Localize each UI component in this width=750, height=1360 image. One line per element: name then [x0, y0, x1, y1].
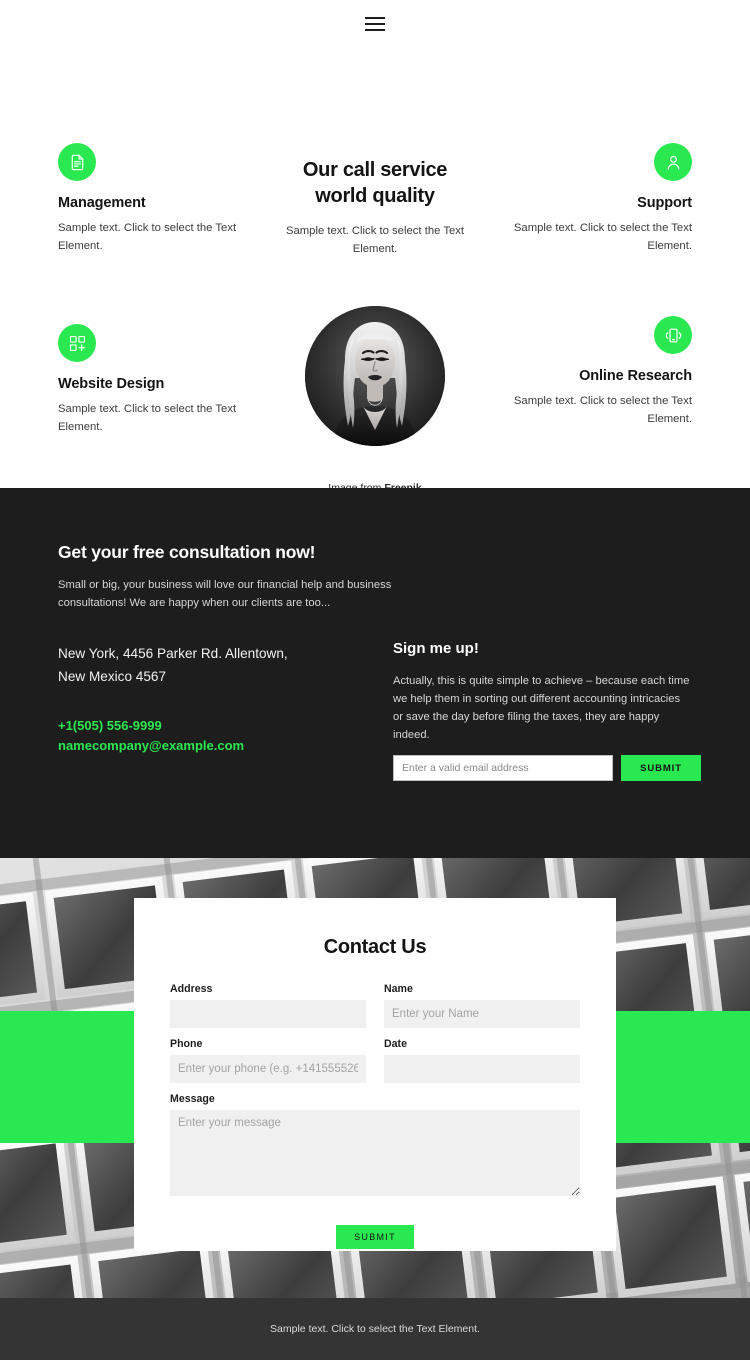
address-input[interactable]	[170, 1000, 366, 1028]
field-label: Message	[170, 1093, 215, 1105]
signup-email-input[interactable]	[393, 755, 613, 781]
contact-section: Contact Us Address Name Phone Date	[0, 858, 750, 1298]
hamburger-line	[365, 17, 385, 20]
service-item-support: Support Sample text. Click to select the…	[492, 143, 692, 255]
consultation-description: Small or big, your business will love ou…	[58, 579, 392, 610]
portrait-photo	[305, 306, 445, 446]
address-line-1: New York, 4456 Parker Rd. Allentown,	[58, 646, 288, 661]
services-hero-section: Management Sample text. Click to select …	[0, 48, 750, 494]
service-description: Sample text. Click to select the Text El…	[513, 222, 692, 252]
field-phone: Phone	[170, 1038, 366, 1083]
contact-links: +1(505) 556-9999 namecompany@example.com	[58, 716, 244, 756]
contact-form-card: Contact Us Address Name Phone Date	[134, 898, 616, 1251]
service-description: Sample text. Click to select the Text El…	[58, 222, 237, 252]
service-title: Management	[58, 195, 146, 211]
consultation-section: Get your free consultation now! Small or…	[0, 488, 750, 1078]
address-block: New York, 4456 Parker Rd. Allentown, New…	[58, 643, 288, 689]
user-icon	[654, 143, 692, 181]
page-title: Our call service world quality	[302, 159, 448, 207]
hamburger-menu-icon[interactable]	[365, 17, 385, 31]
contact-submit-button[interactable]: SUBMIT	[336, 1225, 414, 1249]
service-title: Website Design	[58, 376, 165, 392]
contact-submit-wrap: SUBMIT	[170, 1225, 580, 1249]
field-name: Name	[384, 983, 580, 1028]
message-textarea[interactable]	[170, 1110, 580, 1196]
signup-form: SUBMIT	[393, 755, 701, 781]
field-address: Address	[170, 983, 366, 1028]
consultation-title: Get your free consultation now!	[58, 542, 316, 562]
footer-text: Sample text. Click to select the Text El…	[270, 1323, 480, 1335]
signup-description: Actually, this is quite simple to achiev…	[393, 675, 690, 742]
field-label: Date	[384, 1038, 407, 1050]
hero-subtitle: Sample text. Click to select the Text El…	[285, 225, 465, 255]
hamburger-line	[365, 22, 385, 26]
green-accent-band-left	[0, 1011, 134, 1143]
grid-plus-icon	[58, 324, 96, 362]
portrait-block: Image from Freepik	[305, 306, 445, 494]
signup-submit-button[interactable]: SUBMIT	[621, 755, 701, 781]
hamburger-line	[365, 28, 385, 31]
field-label: Phone	[170, 1038, 203, 1050]
service-item-management: Management Sample text. Click to select …	[58, 143, 258, 255]
service-item-online-research: Online Research Sample text. Click to se…	[492, 316, 692, 428]
phone-link[interactable]: +1(505) 556-9999	[58, 716, 244, 736]
green-accent-band-right	[615, 1011, 750, 1143]
phone-input[interactable]	[170, 1055, 366, 1083]
field-label: Name	[384, 983, 413, 995]
field-message: Message	[170, 1093, 580, 1201]
field-date: Date	[384, 1038, 580, 1083]
consultation-inner: Get your free consultation now! Small or…	[0, 488, 750, 858]
page-root: Management Sample text. Click to select …	[0, 0, 750, 1360]
service-item-website-design: Website Design Sample text. Click to sel…	[58, 324, 258, 436]
document-icon	[58, 143, 96, 181]
signup-title: Sign me up!	[393, 640, 479, 657]
site-header	[0, 0, 750, 48]
hero-center-column: Our call service world quality Sample te…	[275, 48, 475, 258]
mobile-signal-icon	[654, 316, 692, 354]
field-label: Address	[170, 983, 213, 995]
service-title: Online Research	[579, 368, 692, 384]
site-footer: Sample text. Click to select the Text El…	[0, 1298, 750, 1360]
date-input[interactable]	[384, 1055, 580, 1083]
contact-form-title: Contact Us	[323, 936, 427, 958]
address-line-2: New Mexico 4567	[58, 668, 167, 684]
service-description: Sample text. Click to select the Text El…	[513, 395, 692, 425]
service-description: Sample text. Click to select the Text El…	[58, 403, 237, 433]
contact-form-grid: Address Name Phone Date Message	[170, 983, 580, 1211]
service-title: Support	[637, 195, 692, 211]
email-link[interactable]: namecompany@example.com	[58, 736, 244, 756]
name-input[interactable]	[384, 1000, 580, 1028]
